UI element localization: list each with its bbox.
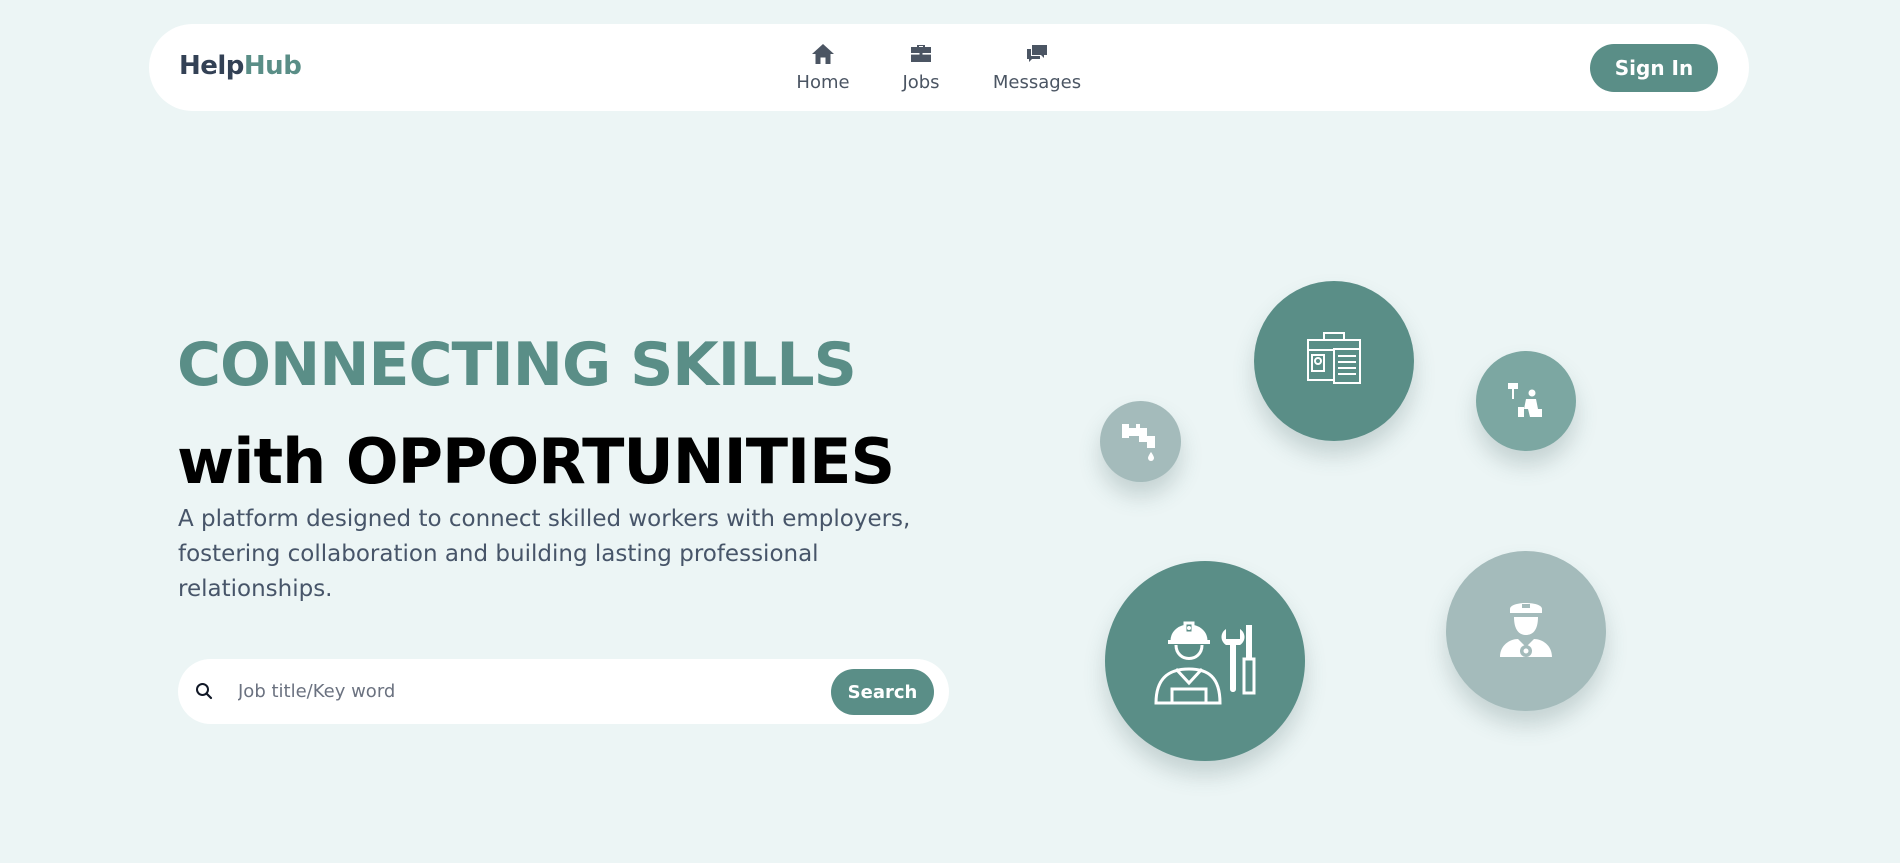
nav-messages-label: Messages [992,72,1082,93]
nav-jobs-label: Jobs [902,72,940,93]
main-nav: Home Jobs Messages [777,42,1093,93]
hero-description: A platform designed to connect skilled w… [178,506,911,602]
search-icon [194,681,214,705]
illustration-toolbox-bubble [1254,281,1414,441]
illustration-faucet-bubble [1100,401,1181,482]
hero-title-line2: with OPPORTUNITIES [177,425,895,498]
navbar: HelpHub Home Jobs Messages Sign In [149,24,1749,111]
job-search-bar: Search [178,659,949,724]
illustration-mechanic-bubble [1105,561,1305,761]
faucet-icon [1119,418,1163,466]
nav-home-label: Home [796,72,850,93]
sign-in-button[interactable]: Sign In [1590,44,1718,92]
logo-text-help: Help [179,51,244,81]
job-search-input[interactable] [238,673,778,710]
illustration-painter-bubble [1476,351,1576,451]
logo-text-hub: Hub [243,51,302,81]
nav-item-messages[interactable]: Messages [981,42,1093,93]
nav-item-jobs[interactable]: Jobs [875,42,967,93]
search-button[interactable]: Search [831,669,934,715]
home-icon [811,42,835,66]
nav-item-home[interactable]: Home [777,42,869,93]
briefcase-icon [909,42,933,66]
chat-icon [1025,42,1049,66]
logo[interactable]: HelpHub [179,51,302,81]
toolbox-clipboard-icon [1304,329,1364,393]
driver-icon [1496,597,1556,665]
painter-icon [1504,377,1548,425]
hero-title-line1: CONNECTING SKILLS [177,330,857,400]
mechanic-worker-icon [1150,609,1260,713]
illustration-driver-bubble [1446,551,1606,711]
